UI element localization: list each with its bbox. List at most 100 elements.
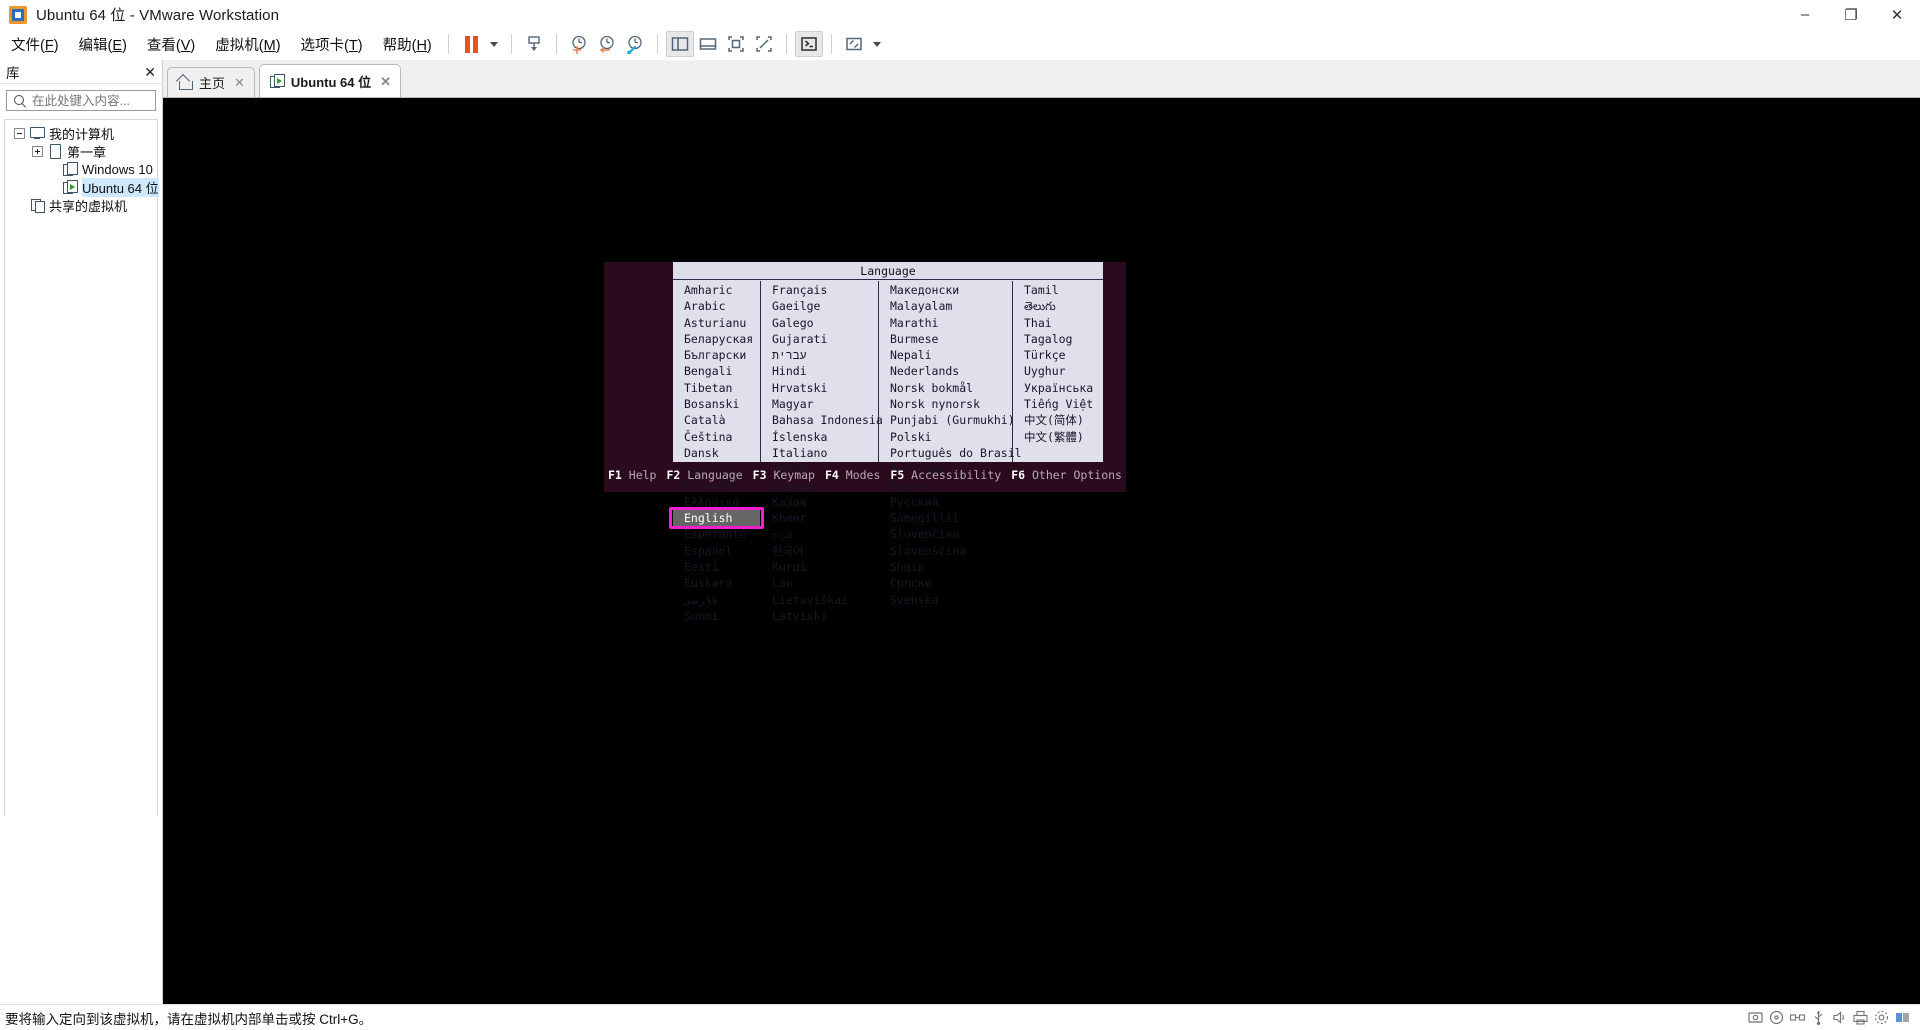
menu-file[interactable]: 文件(F) [2,31,68,58]
language-option[interactable]: Shqip [879,559,1012,575]
language-option[interactable]: Magyar [761,396,878,412]
language-option[interactable]: Burmese [879,331,1012,347]
tab-close-icon[interactable]: ✕ [234,76,245,89]
full-screen-button[interactable] [750,31,778,57]
language-option[interactable]: 中文(简体) [1013,412,1101,428]
tree-item-windows-10[interactable]: Windows 10 [5,160,157,178]
menu-help[interactable]: 帮助(H) [374,31,441,58]
language-option[interactable]: Amharic [673,282,760,298]
function-key[interactable]: F4 [825,468,839,482]
language-option[interactable]: Български [673,347,760,363]
language-option[interactable]: English [673,510,760,527]
language-option[interactable]: Беларуская [673,331,760,347]
language-option[interactable]: Esperanto [673,526,760,542]
language-option[interactable]: Tamil [1013,282,1101,298]
vm-console-viewport[interactable]: Language Amharic Arabic Asturianu Беларуска… [163,98,1920,1016]
library-search-box[interactable] [6,90,203,111]
language-option[interactable]: Čeština [673,429,760,445]
menu-vm[interactable]: 虚拟机(M) [206,31,289,58]
language-option[interactable]: Gujarati [761,331,878,347]
language-option[interactable]: Українська [1013,380,1101,396]
tray-sound-icon[interactable] [1830,1008,1849,1027]
language-column-2[interactable]: Français Gaeilge Galego Gujarati עברית Hindi H… [761,281,883,623]
language-option[interactable]: Türkçe [1013,347,1101,363]
take-snapshot-button[interactable] [565,31,593,57]
language-selection-dialog[interactable]: Language Amharic Arabic Asturianu Беларуска… [669,262,1103,623]
language-column-3[interactable]: Македонски Malayalam Marathi Burmese Nepali N… [879,281,1022,607]
language-option[interactable]: Dansk [673,445,760,461]
tree-item-shared-vms[interactable]: 共享的虚拟机 [5,196,157,214]
language-option[interactable]: Bahasa Indonesia [761,412,883,428]
function-key[interactable]: F1 [608,468,622,482]
pause-button[interactable] [457,31,485,57]
language-option[interactable]: Latviski [761,608,878,624]
language-option[interactable]: Norsk nynorsk [879,396,1012,412]
language-option[interactable]: Galego [761,315,878,331]
vm-library-tree[interactable]: 我的计算机 第一章 Windows 10 Ubuntu 64 位 共享的虚拟机 [4,119,159,829]
language-option[interactable]: Kurdî [761,559,878,575]
tray-printer-icon[interactable] [1851,1008,1870,1027]
language-option[interactable]: తెలుగు [1013,298,1101,314]
language-option[interactable]: Nepali [879,347,1012,363]
stretch-dropdown[interactable] [868,31,886,57]
language-option[interactable]: Svenska [879,592,1012,608]
language-option[interactable]: Bengali [673,363,760,379]
language-option[interactable]: Íslenska [761,429,878,445]
language-option[interactable]: Malayalam [879,298,1012,314]
language-option[interactable]: فارسی [673,592,760,608]
language-option[interactable]: Français [761,282,878,298]
language-option[interactable]: Português do Brasil [879,445,1022,461]
language-option[interactable]: Punjabi (Gurmukhi) [879,412,1015,428]
language-option[interactable]: עברית [761,347,878,363]
language-option[interactable]: Lao [761,575,878,591]
ubuntu-installer-boot-screen[interactable]: Language Amharic Arabic Asturianu Беларуска… [604,262,1126,623]
menu-view[interactable]: 查看(V) [138,31,204,58]
function-key[interactable]: F2 [666,468,680,482]
language-option[interactable]: Marathi [879,315,1012,331]
language-option[interactable]: Arabic [673,298,760,314]
send-ctrl-alt-del-button[interactable] [520,31,548,57]
tray-display-icon[interactable] [1872,1008,1891,1027]
menu-edit[interactable]: 编辑(E) [70,31,136,58]
language-option[interactable]: Polski [879,429,1012,445]
tray-more-icon[interactable] [1893,1008,1912,1027]
tree-item-my-computer[interactable]: 我的计算机 [5,124,157,142]
language-option[interactable]: Slovenščina [879,543,1012,559]
minimize-button[interactable]: – [1782,0,1828,30]
language-option[interactable]: 中文(繁體) [1013,429,1101,445]
language-option[interactable]: Қазақ [761,494,878,510]
tray-usb-icon[interactable] [1809,1008,1828,1027]
tab-close-icon[interactable]: ✕ [380,75,391,88]
language-option[interactable]: Español [673,543,760,559]
language-option[interactable]: Lietuviškai [761,592,878,608]
tab-home[interactable]: 主页 ✕ [167,67,255,97]
collapse-toggle-icon[interactable] [14,127,25,139]
language-option[interactable]: Nederlands [879,363,1012,379]
language-option[interactable]: Slovenčina [879,526,1012,542]
language-column-4[interactable]: Tamil తెలుగు Thai Tagalog Türkçe Uyghur Україн… [1013,281,1101,462]
language-option[interactable]: Euskara [673,575,760,591]
pause-dropdown[interactable] [485,31,503,57]
menu-tabs[interactable]: 选项卡(T) [292,31,372,58]
language-option[interactable]: Italiano [761,445,878,461]
show-library-button[interactable] [666,31,694,57]
function-key[interactable]: F6 [1011,468,1025,482]
language-option[interactable]: Tiếng Việt [1013,396,1101,412]
revert-snapshot-button[interactable] [593,31,621,57]
expand-toggle-icon[interactable] [32,145,43,157]
language-column-1[interactable]: Amharic Arabic Asturianu Беларуская Българск… [673,281,761,623]
language-option[interactable]: Tagalog [1013,331,1101,347]
tree-item-chapter-one[interactable]: 第一章 [5,142,157,160]
language-option[interactable]: Asturianu [673,315,760,331]
tree-item-ubuntu-64[interactable]: Ubuntu 64 位 [5,177,159,197]
manage-snapshots-button[interactable] [621,31,649,57]
language-option[interactable]: Català [673,412,760,428]
tray-network-icon[interactable] [1788,1008,1807,1027]
language-option[interactable]: Gaeilge [761,298,878,314]
language-option[interactable]: 한국어 [761,543,878,559]
language-option[interactable]: Khmer [761,510,878,526]
language-option[interactable]: Thai [1013,315,1101,331]
tray-hard-disk-icon[interactable] [1746,1008,1765,1027]
language-option[interactable]: Hrvatski [761,380,878,396]
library-close-icon[interactable]: ✕ [144,65,156,79]
